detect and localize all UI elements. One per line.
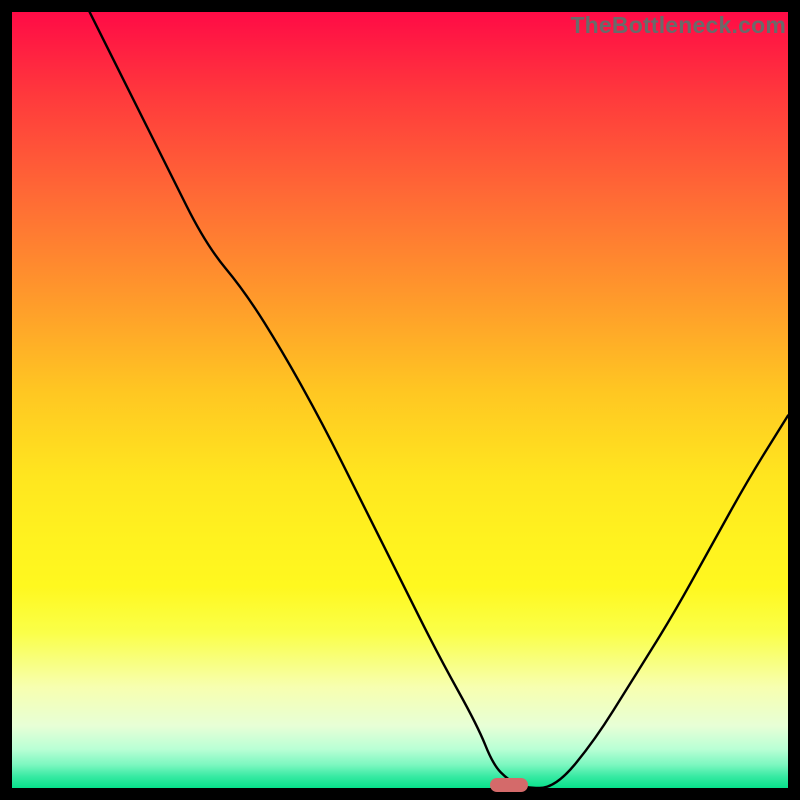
bottleneck-curve <box>12 12 788 788</box>
chart-frame: TheBottleneck.com <box>0 0 800 800</box>
chart-plot-area: TheBottleneck.com <box>12 12 788 788</box>
optimal-marker <box>490 778 528 792</box>
